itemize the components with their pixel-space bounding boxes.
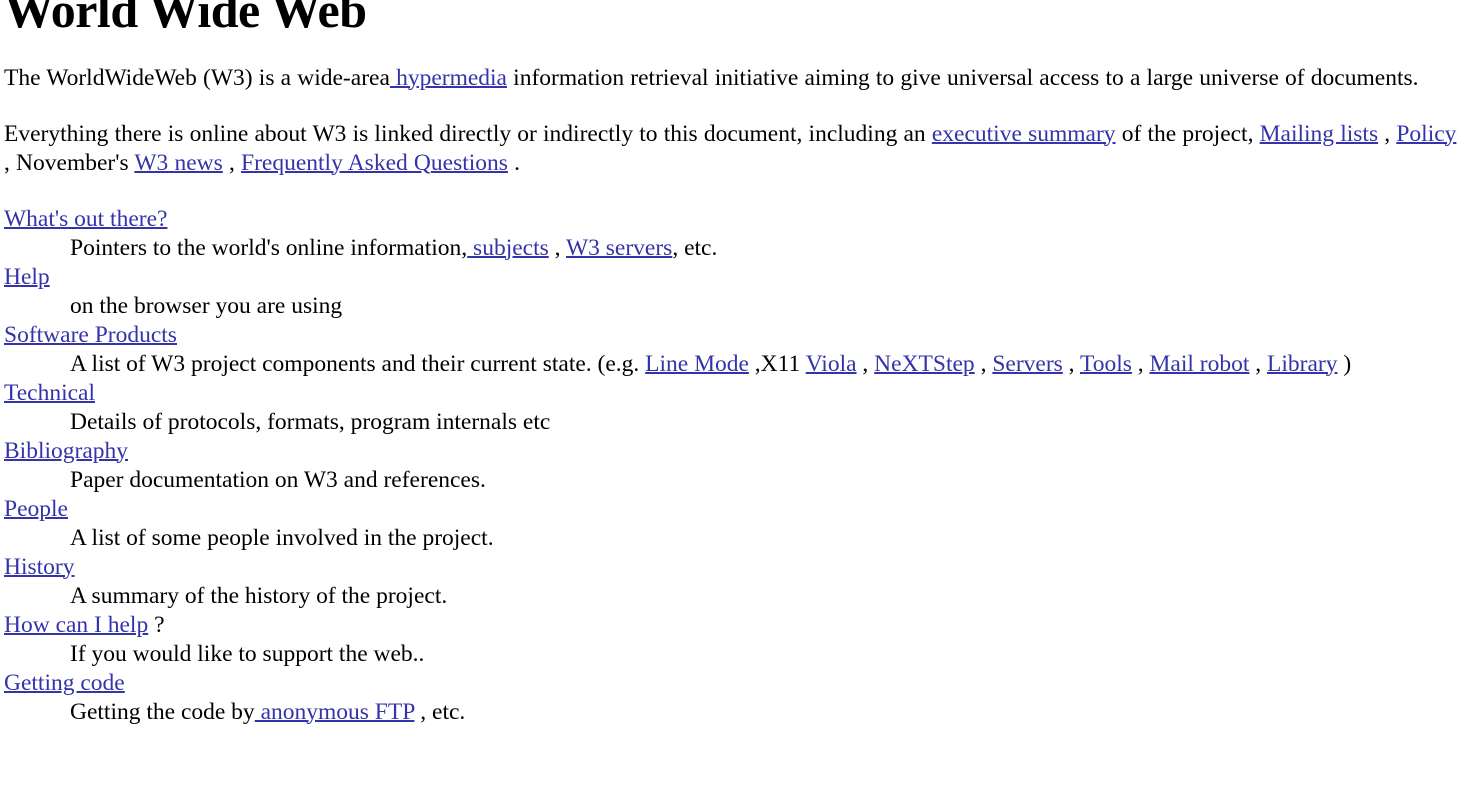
definition-text-people: A list of some people involved in the pr…	[70, 524, 494, 551]
link-people[interactable]: People	[4, 496, 68, 522]
intro-p2-sep-1: ,	[1378, 120, 1397, 147]
definition-separator-viola: ,	[856, 350, 875, 377]
term-bibliography: Bibliography	[4, 437, 1463, 466]
definition-how-can-i-help: If you would like to support the web..	[70, 640, 1463, 669]
term-how-can-i-help: How can I help ?	[4, 611, 1463, 640]
definition-text-end-getting-code: , etc.	[414, 698, 466, 725]
definition-separator-library: )	[1337, 350, 1352, 377]
link-w3-servers[interactable]: W3 servers	[566, 235, 672, 261]
link-hypermedia[interactable]: hypermedia	[390, 65, 507, 91]
link-tools[interactable]: Tools	[1080, 351, 1132, 377]
link-faq[interactable]: Frequently Asked Questions	[241, 150, 508, 176]
term-what-s-out-there: What's out there?	[4, 205, 1463, 234]
page-title: World Wide Web	[4, 0, 367, 38]
link-library[interactable]: Library	[1267, 351, 1337, 377]
definition-history: A summary of the history of the project.	[70, 582, 1463, 611]
definition-text-what-s-out-there: Pointers to the world's online informati…	[70, 234, 468, 261]
link-technical[interactable]: Technical	[4, 380, 95, 406]
definition-software-products: A list of W3 project components and thei…	[70, 350, 1463, 379]
web-page: World Wide Web The WorldWideWeb (W3) is …	[0, 0, 1467, 806]
definition-separator-nextstep: ,	[974, 350, 993, 377]
link-executive-summary[interactable]: executive summary	[932, 121, 1116, 147]
link-mail-robot[interactable]: Mail robot	[1150, 351, 1250, 377]
link-getting-code[interactable]: Getting code	[4, 670, 125, 696]
intro-p2-sep-3: ,	[222, 149, 242, 176]
link-help[interactable]: Help	[4, 264, 50, 290]
term-technical: Technical	[4, 379, 1463, 408]
intro-p1-text-after: information retrieval initiative aiming …	[507, 64, 1419, 91]
document-body: World Wide Web The WorldWideWeb (W3) is …	[0, 0, 1467, 727]
intro-p2-sep-2: , November's	[4, 149, 135, 176]
link-viola[interactable]: Viola	[806, 351, 857, 377]
definition-separator-line-mode: ,X11	[748, 350, 806, 377]
definition-getting-code: Getting the code by anonymous FTP , etc.	[70, 698, 1463, 727]
link-subjects[interactable]: subjects	[467, 235, 549, 261]
definition-bibliography: Paper documentation on W3 and references…	[70, 466, 1463, 495]
term-help: Help	[4, 263, 1463, 292]
definition-text-software-products: A list of W3 project components and thei…	[70, 350, 646, 377]
link-how-can-i-help[interactable]: How can I help	[4, 612, 148, 638]
link-history[interactable]: History	[4, 554, 75, 580]
link-what-s-out-there[interactable]: What's out there?	[4, 206, 167, 232]
term-software-products: Software Products	[4, 321, 1463, 350]
link-w3-news[interactable]: W3 news	[134, 150, 222, 176]
term-suffix-how-can-i-help: ?	[148, 611, 165, 638]
definition-text-end-what-s-out-there: , etc.	[672, 234, 718, 261]
definition-text-how-can-i-help: If you would like to support the web..	[70, 640, 425, 667]
intro-paragraph-1: The WorldWideWeb (W3) is a wide-area hyp…	[4, 64, 1463, 93]
term-history: History	[4, 553, 1463, 582]
link-nextstep[interactable]: NeXTStep	[874, 351, 975, 377]
intro-p1-text-before: The WorldWideWeb (W3) is a wide-area	[4, 64, 390, 91]
intro-p2-text-1: Everything there is online about W3 is l…	[4, 120, 932, 147]
definition-separator-tools: ,	[1131, 350, 1150, 377]
definition-text-history: A summary of the history of the project.	[70, 582, 448, 609]
link-bibliography[interactable]: Bibliography	[4, 438, 128, 464]
term-people: People	[4, 495, 1463, 524]
definition-separator-what-s-out-there: ,	[548, 234, 566, 261]
link-software-products[interactable]: Software Products	[4, 322, 177, 348]
intro-p2-text-2: of the project,	[1115, 120, 1260, 147]
definition-separator-mail-robot: ,	[1249, 350, 1268, 377]
definition-text-bibliography: Paper documentation on W3 and references…	[70, 466, 486, 493]
link-mailing-lists[interactable]: Mailing lists	[1260, 121, 1378, 147]
link-policy[interactable]: Policy	[1396, 121, 1456, 147]
link-line-mode[interactable]: Line Mode	[645, 351, 749, 377]
definition-technical: Details of protocols, formats, program i…	[70, 408, 1463, 437]
definition-text-technical: Details of protocols, formats, program i…	[70, 408, 551, 435]
definition-help: on the browser you are using	[70, 292, 1463, 321]
intro-p2-end: .	[507, 149, 520, 176]
term-getting-code: Getting code	[4, 669, 1463, 698]
link-anonymous-ftp[interactable]: anonymous FTP	[255, 699, 415, 725]
intro-paragraph-2: Everything there is online about W3 is l…	[4, 120, 1463, 178]
definition-what-s-out-there: Pointers to the world's online informati…	[70, 234, 1463, 263]
link-servers[interactable]: Servers	[992, 351, 1062, 377]
definition-text-getting-code: Getting the code by	[70, 698, 255, 725]
definition-people: A list of some people involved in the pr…	[70, 524, 1463, 553]
definition-separator-servers: ,	[1062, 350, 1080, 377]
topic-definition-list: What's out there? Pointers to the world's…	[4, 205, 1463, 727]
definition-text-help: on the browser you are using	[70, 292, 343, 319]
